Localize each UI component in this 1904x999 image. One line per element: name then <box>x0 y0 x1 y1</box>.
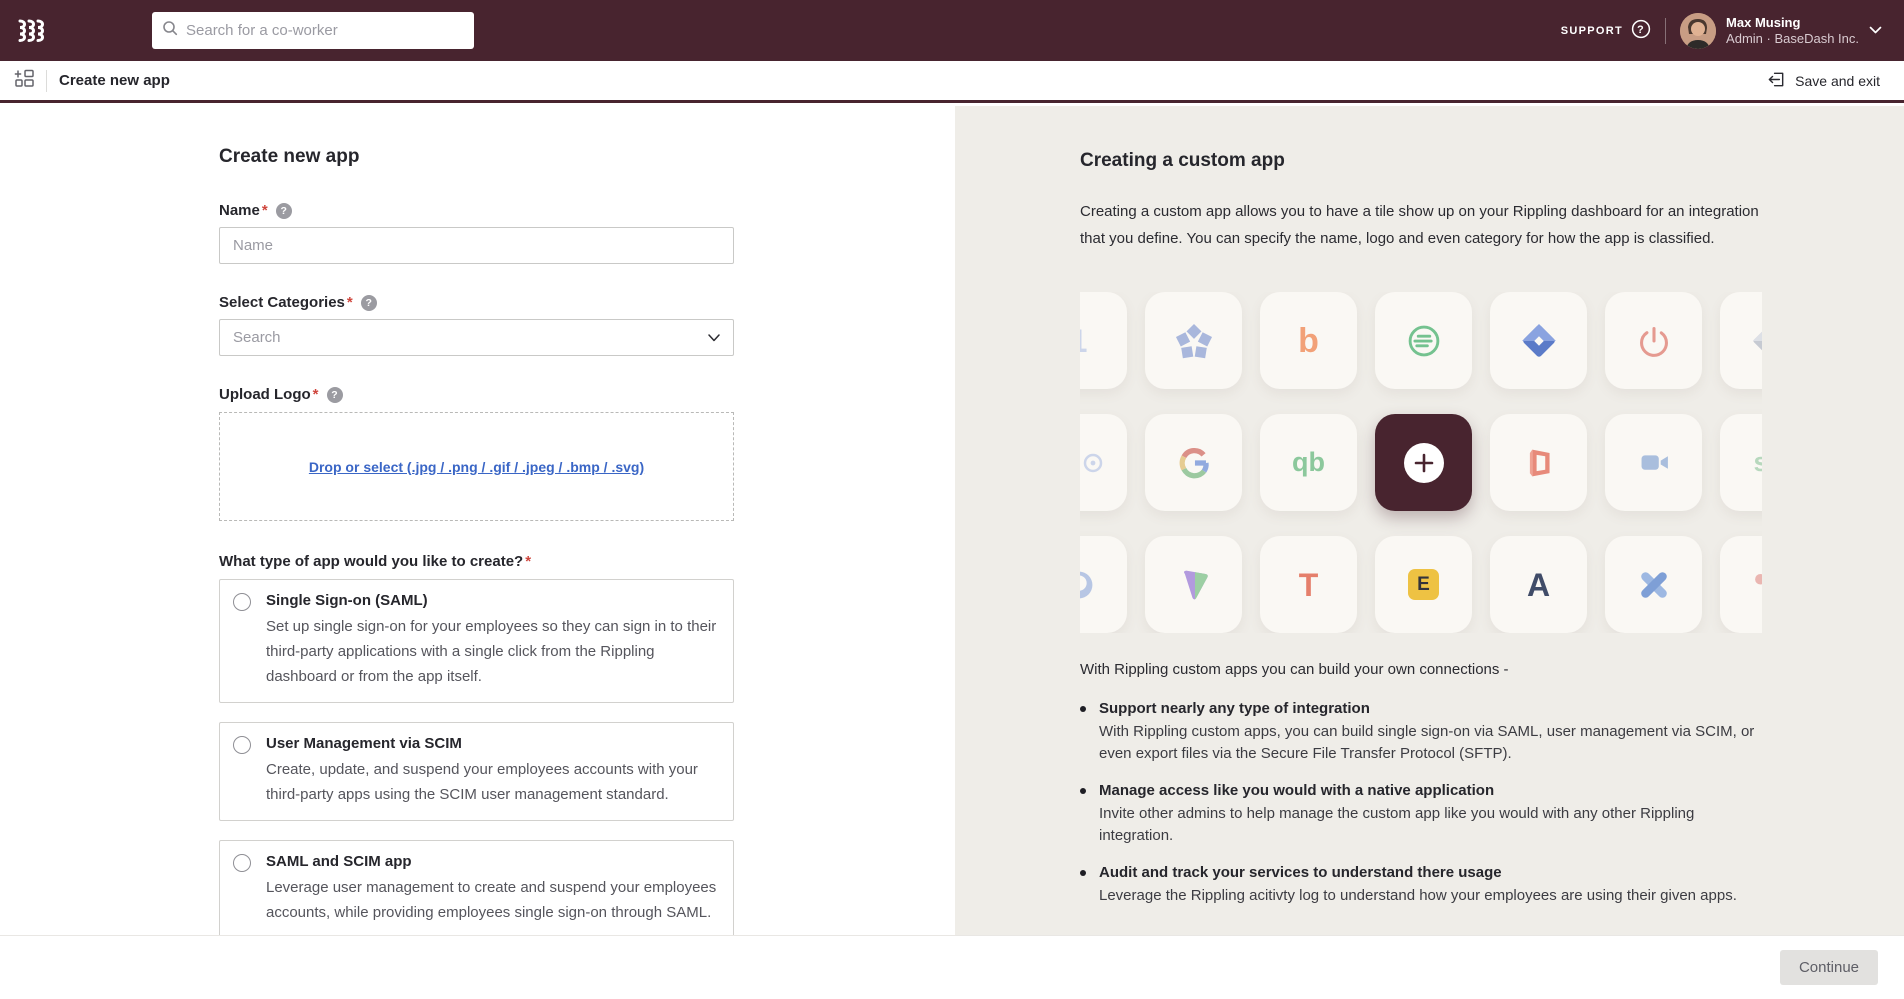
app-tile-blue-diamond <box>1490 292 1587 389</box>
app-tile-partial-dots <box>1720 536 1762 633</box>
radio-button[interactable] <box>233 854 251 872</box>
plus-icon <box>1404 443 1444 483</box>
app-tile-letter-t: T <box>1260 536 1357 633</box>
name-label: Name* ? <box>219 202 734 219</box>
exit-icon <box>1767 70 1786 92</box>
footer-bar: Continue <box>0 935 1904 999</box>
user-menu[interactable]: Max Musing Admin · BaseDash Inc. <box>1680 13 1882 49</box>
user-name: Max Musing <box>1726 15 1859 31</box>
app-tile-partial-round <box>1080 536 1127 633</box>
topbar-divider <box>1665 18 1666 44</box>
support-button[interactable]: SUPPORT ? <box>1561 19 1651 42</box>
bullet-dot <box>1080 788 1086 794</box>
app-tile-letter-a: A <box>1490 536 1587 633</box>
user-role: Admin · BaseDash Inc. <box>1726 31 1859 47</box>
option-single-sign-on-saml[interactable]: Single Sign-on (SAML) Set up single sign… <box>219 579 734 703</box>
app-tile-partial-ro: ro <box>1080 414 1127 511</box>
sub-bar: Create new app Save and exit <box>0 61 1904 103</box>
app-logo-grid: 1 b <box>1080 292 1762 633</box>
bullet-dot <box>1080 870 1086 876</box>
app-tile-partial-sa: sa <box>1720 414 1762 511</box>
form-steps-icon[interactable] <box>14 68 34 93</box>
page-title: Create new app <box>59 72 170 89</box>
app-type-label: What type of app would you like to creat… <box>219 553 734 570</box>
drop-or-select-link[interactable]: Drop or select (.jpg / .png / .gif / .jp… <box>309 459 644 475</box>
bullet-dot <box>1080 706 1086 712</box>
bullet-item: Manage access like you would with a nati… <box>1080 780 1762 847</box>
svg-text:?: ? <box>1637 24 1645 36</box>
categories-select[interactable]: Search <box>219 319 734 356</box>
app-tile-cross-x <box>1605 536 1702 633</box>
app-tile-letter-b: b <box>1260 292 1357 389</box>
app-tile-video-camera <box>1605 414 1702 511</box>
subbar-divider <box>46 70 47 92</box>
info-panel: Creating a custom app Creating a custom … <box>955 106 1904 935</box>
info-heading: Creating a custom app <box>1080 150 1762 172</box>
app-tile-gray-diamond <box>1720 292 1762 389</box>
search-input[interactable] <box>186 22 464 39</box>
chevron-down-icon[interactable] <box>1869 22 1882 40</box>
top-bar: SUPPORT ? Max Musing Admin · Base <box>0 0 1904 61</box>
connections-line: With Rippling custom apps you can build … <box>1080 661 1762 678</box>
app-tile-partial-digit: 1 <box>1080 292 1127 389</box>
bullet-item: Support nearly any type of integration W… <box>1080 698 1762 765</box>
app-tile-letter-e-badge: E <box>1375 536 1472 633</box>
app-tile-office <box>1490 414 1587 511</box>
save-and-exit-button[interactable]: Save and exit <box>1767 70 1880 92</box>
option-user-management-scim[interactable]: User Management via SCIM Create, update,… <box>219 722 734 821</box>
form-panel: Create new app Name* ? Select Categories… <box>0 106 955 935</box>
name-help-icon[interactable]: ? <box>276 203 292 219</box>
option-saml-and-scim[interactable]: SAML and SCIM app Leverage user manageme… <box>219 840 734 939</box>
select-chevron-icon <box>708 329 720 347</box>
rippling-logo <box>16 18 48 44</box>
app-tile-add-custom-app <box>1375 414 1472 511</box>
name-input[interactable] <box>219 227 734 264</box>
info-intro: Creating a custom app allows you to have… <box>1080 198 1762 252</box>
categories-label: Select Categories* ? <box>219 294 734 311</box>
avatar <box>1680 13 1716 49</box>
radio-button[interactable] <box>233 736 251 754</box>
categories-placeholder: Search <box>233 329 708 346</box>
app-tile-pentagon-star <box>1145 292 1242 389</box>
logo-dropzone[interactable]: Drop or select (.jpg / .png / .gif / .jp… <box>219 412 734 521</box>
bullet-item: Audit and track your services to underst… <box>1080 862 1762 907</box>
continue-button[interactable]: Continue <box>1780 950 1878 985</box>
global-search[interactable] <box>152 12 474 49</box>
form-heading: Create new app <box>219 146 734 168</box>
app-tile-triangle <box>1145 536 1242 633</box>
support-label: SUPPORT <box>1561 25 1623 37</box>
radio-button[interactable] <box>233 593 251 611</box>
upload-help-icon[interactable]: ? <box>327 387 343 403</box>
help-circle-icon[interactable]: ? <box>1631 19 1651 42</box>
upload-logo-label: Upload Logo* ? <box>219 386 734 403</box>
categories-help-icon[interactable]: ? <box>361 295 377 311</box>
save-and-exit-label: Save and exit <box>1795 73 1880 89</box>
search-icon <box>162 20 178 41</box>
app-tile-power-button <box>1605 292 1702 389</box>
app-tile-quickbooks: qb <box>1260 414 1357 511</box>
app-tile-google-g <box>1145 414 1242 511</box>
app-tile-circle-lines <box>1375 292 1472 389</box>
